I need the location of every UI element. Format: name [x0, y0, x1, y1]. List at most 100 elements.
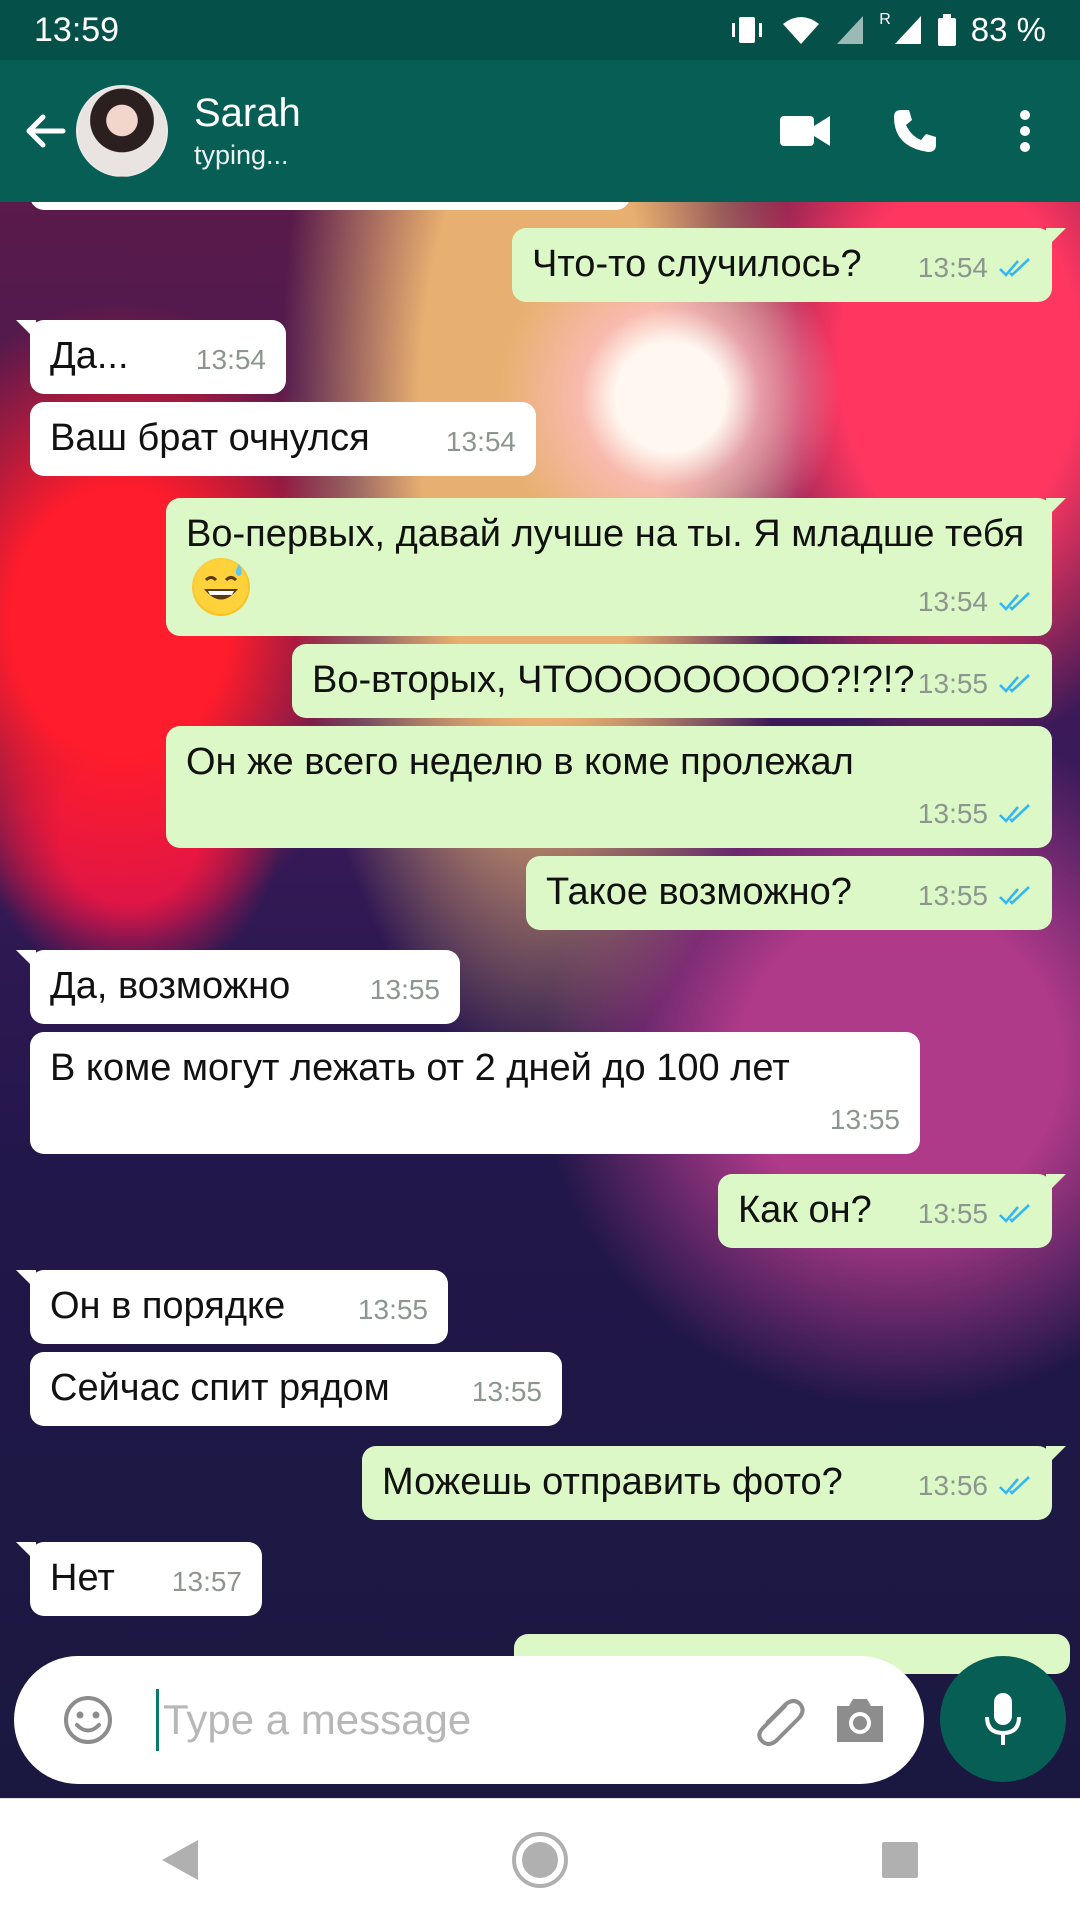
grinning-sweat-emoji	[192, 558, 250, 616]
message-text: Он же всего неделю в коме пролежал	[186, 741, 854, 783]
arrow-left-icon	[26, 114, 66, 148]
message-time: 13:55	[471, 1376, 542, 1407]
read-receipt-icon	[999, 804, 1030, 823]
nav-home-icon	[512, 1832, 568, 1888]
message-meta: 13:57	[172, 1558, 242, 1606]
message-text: Нет	[50, 1557, 115, 1599]
nav-back-button[interactable]	[130, 1810, 230, 1910]
read-receipt-icon	[999, 592, 1030, 611]
incoming-message-bubble[interactable]: Да, возможно 13:55	[16, 950, 460, 1024]
camera-button[interactable]	[820, 1680, 900, 1760]
bubble-tail	[1046, 1174, 1066, 1194]
mic-icon	[985, 1693, 1021, 1745]
message-time: 13:54	[917, 586, 988, 617]
message-meta: 13:55	[358, 1286, 428, 1334]
message-text: Во-вторых, ЧТООООООООО?!?!?	[312, 659, 915, 701]
outgoing-message-bubble[interactable]: Он же всего неделю в коме пролежал 13:55	[166, 726, 1052, 848]
vibrate-icon	[732, 17, 763, 43]
message-text: Можешь отправить фото?	[382, 1461, 843, 1503]
contact-info[interactable]: Sarah typing...	[194, 89, 301, 173]
message-text: Как он?	[738, 1189, 872, 1231]
read-receipt-icon	[999, 258, 1030, 277]
bubble-tail	[1046, 228, 1066, 248]
status-bar: 13:59 R 83 %	[0, 0, 1080, 60]
incoming-message-bubble[interactable]: Он в порядке 13:55	[16, 1270, 448, 1344]
nav-recents-button[interactable]	[850, 1810, 950, 1910]
bubble-tail	[16, 1542, 36, 1562]
bubble-tail	[16, 1270, 36, 1290]
avatar[interactable]	[76, 85, 168, 177]
incoming-message-bubble[interactable]: Нет 13:57	[16, 1542, 262, 1616]
message-text: Ваш брат очнулся	[50, 417, 370, 459]
voice-call-button[interactable]	[860, 76, 970, 186]
emoji-button[interactable]	[48, 1680, 128, 1760]
bubble-tail	[1046, 1446, 1066, 1466]
message-text: Такое возможно?	[546, 871, 852, 913]
read-receipt-icon	[999, 886, 1030, 905]
bubble-tail	[16, 950, 36, 970]
message-text: Да...	[50, 335, 129, 377]
contact-status: typing...	[194, 140, 289, 170]
message-time: 13:54	[195, 344, 266, 375]
video-call-button[interactable]	[750, 76, 860, 186]
chat-area[interactable]: Что-то случилось? 13:54 Да... 13:54 Ваш брат…	[0, 202, 1080, 1798]
message-text: Во-первых, давай лучше на ты. Я младше т…	[186, 513, 1025, 555]
outgoing-message-bubble[interactable]: Такое возможно? 13:55	[526, 856, 1052, 930]
message-meta: 13:55	[472, 1368, 542, 1416]
video-call-icon	[780, 116, 830, 146]
message-meta: 13:56	[918, 1462, 1032, 1510]
attach-button[interactable]	[740, 1680, 820, 1760]
signal-icon	[894, 16, 921, 44]
outgoing-message-bubble[interactable]: Как он? 13:55	[718, 1174, 1066, 1248]
message-text: Да, возможно	[50, 965, 291, 1007]
message-meta: 13:55	[918, 872, 1032, 920]
battery-icon	[937, 14, 956, 46]
chat-header: Sarah typing...	[0, 60, 1080, 202]
emoji-icon	[64, 1696, 112, 1744]
nav-home-button[interactable]	[490, 1810, 590, 1910]
system-nav-bar	[0, 1798, 1080, 1921]
nav-back-icon	[162, 1840, 198, 1880]
incoming-message-bubble[interactable]: Ваш брат очнулся 13:54	[30, 402, 536, 476]
message-text: Что-то случилось?	[532, 243, 862, 285]
message-input[interactable]	[156, 1689, 740, 1751]
read-receipt-icon	[999, 1204, 1030, 1223]
camera-icon	[837, 1699, 883, 1742]
message-text: В коме могут лежать от 2 дней до 100 лет	[50, 1047, 790, 1089]
read-receipt-icon	[999, 1476, 1030, 1495]
outgoing-message-bubble[interactable]: Во-вторых, ЧТООООООООО?!?!? 13:55	[292, 644, 1052, 718]
message-time: 13:54	[445, 426, 516, 457]
message-meta: 13:54	[446, 418, 516, 466]
message-time: 13:56	[917, 1470, 988, 1501]
more-vert-icon	[1020, 110, 1030, 152]
message-meta: 13:54	[918, 244, 1032, 292]
message-time: 13:55	[917, 1198, 988, 1229]
contact-name: Sarah	[194, 91, 301, 135]
message-time: 13:57	[171, 1566, 242, 1597]
nav-recents-icon	[882, 1842, 918, 1878]
message-time: 13:54	[917, 252, 988, 283]
message-meta: 13:55	[918, 790, 1032, 838]
message-time: 13:55	[917, 880, 988, 911]
message-meta: 13:54	[918, 578, 1032, 626]
message-meta: 13:55	[370, 966, 440, 1014]
more-options-button[interactable]	[970, 76, 1080, 186]
message-time: 13:55	[357, 1294, 428, 1325]
incoming-message-bubble[interactable]: В коме могут лежать от 2 дней до 100 лет…	[30, 1032, 920, 1154]
incoming-message-bubble[interactable]: Сейчас спит рядом 13:55	[30, 1352, 562, 1426]
message-composer	[14, 1656, 924, 1784]
message-time: 13:55	[369, 974, 440, 1005]
outgoing-message-bubble[interactable]: Во-первых, давай лучше на ты. Я младше т…	[166, 498, 1066, 636]
wifi-icon	[783, 17, 820, 44]
back-button[interactable]	[20, 106, 70, 156]
incoming-message-bubble[interactable]: Да... 13:54	[16, 320, 286, 394]
message-meta: 13:54	[196, 336, 266, 384]
bubble-tail	[1046, 498, 1066, 518]
battery-percent: 83 %	[970, 11, 1046, 48]
outgoing-message-bubble[interactable]: Можешь отправить фото? 13:56	[362, 1446, 1066, 1520]
message-meta: 13:55	[830, 1096, 900, 1144]
phone-icon	[894, 110, 936, 152]
voice-message-button[interactable]	[940, 1656, 1066, 1782]
outgoing-message-bubble[interactable]: Что-то случилось? 13:54	[512, 228, 1066, 302]
paperclip-icon	[757, 1699, 805, 1746]
